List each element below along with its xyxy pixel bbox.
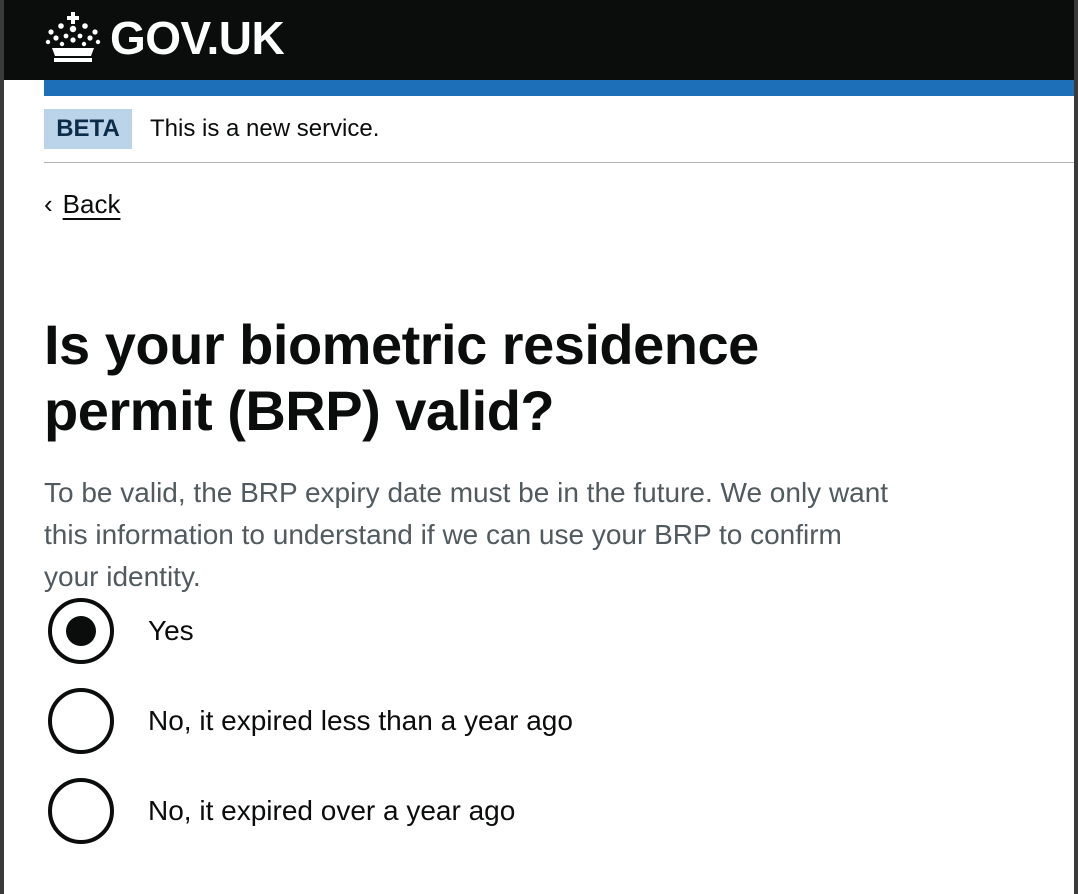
chevron-left-icon: ‹ (44, 189, 53, 219)
crown-icon (45, 12, 101, 62)
page-title: Is your biometric residence permit (BRP)… (44, 313, 759, 442)
radio-option-expired-less-than-year[interactable]: No, it expired less than a year ago (48, 688, 748, 754)
radio-label[interactable]: No, it expired less than a year ago (148, 700, 573, 742)
govuk-logo-link[interactable]: GOV.UK (44, 8, 285, 68)
radio-option-yes[interactable]: Yes (48, 598, 748, 664)
radio-button-yes[interactable] (48, 598, 114, 664)
back-link-label: Back (62, 189, 121, 219)
radio-label[interactable]: Yes (148, 610, 194, 652)
radio-group: Yes No, it expired less than a year ago … (48, 598, 748, 868)
logo-text: GOV.UK (110, 12, 285, 64)
site-header: GOV.UK (4, 0, 1074, 80)
radio-button-expired-over-year[interactable] (48, 778, 114, 844)
radio-selected-dot (66, 616, 96, 646)
question-hint: To be valid, the BRP expiry date must be… (44, 477, 889, 592)
header-blue-bar (44, 80, 1074, 96)
phase-banner-text: This is a new service. (150, 115, 380, 142)
phase-banner: BETA This is a new service. (44, 96, 1074, 163)
radio-label[interactable]: No, it expired over a year ago (148, 790, 515, 832)
phase-tag: BETA (44, 109, 132, 149)
radio-option-expired-over-year[interactable]: No, it expired over a year ago (48, 778, 748, 844)
radio-button-expired-less-than-year[interactable] (48, 688, 114, 754)
back-link[interactable]: ‹ Back (44, 186, 120, 222)
